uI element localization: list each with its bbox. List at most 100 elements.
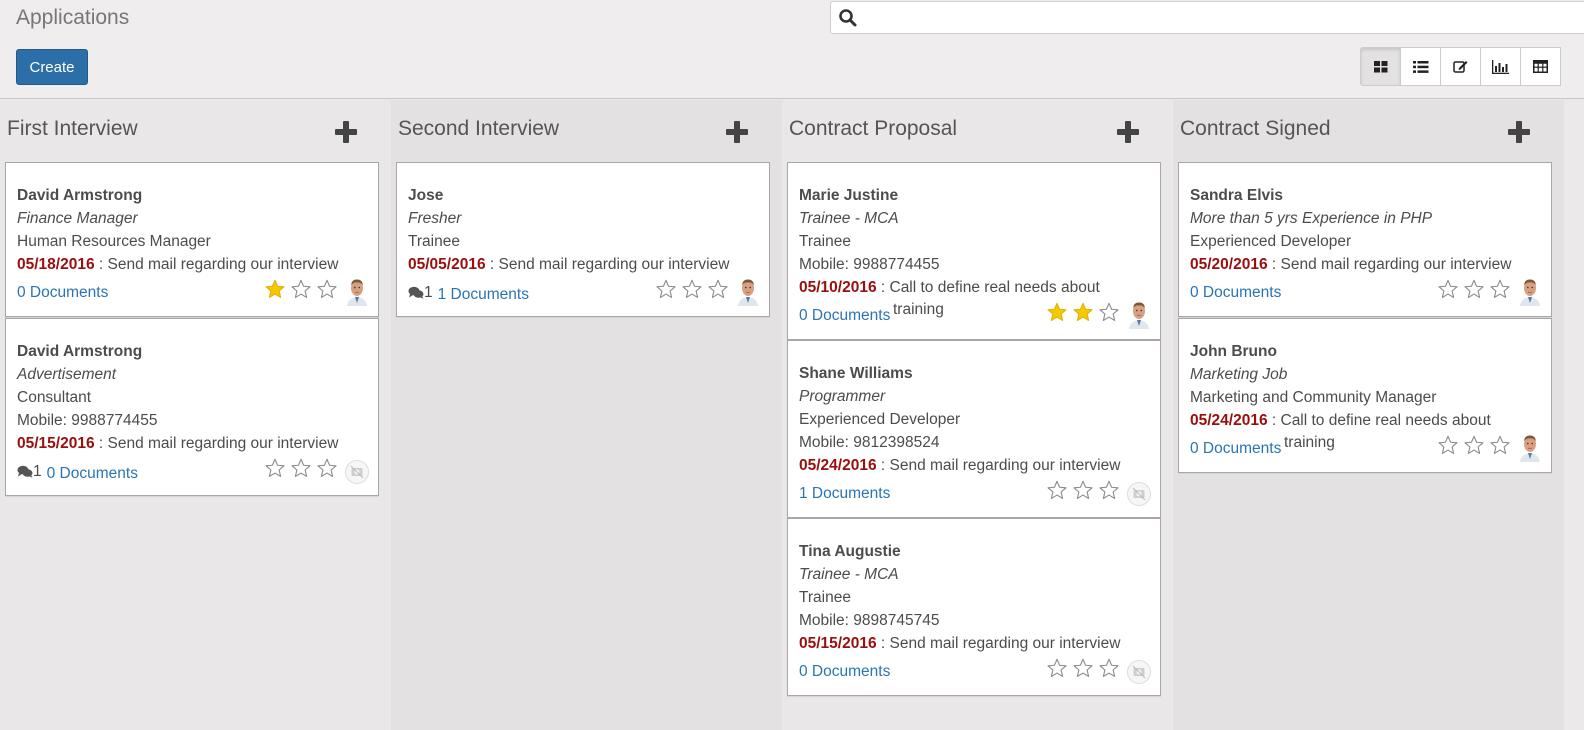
application-subject: Fresher — [408, 210, 462, 227]
card-footer: 1 0 Documents — [17, 457, 369, 485]
edit-icon — [1453, 60, 1468, 73]
application-subject: Trainee - MCA — [799, 210, 899, 227]
quick-create-plus-icon[interactable] — [1507, 120, 1531, 144]
activity-date: 05/24/2016 — [799, 457, 877, 474]
job-position: Experienced Developer — [1190, 233, 1352, 250]
priority-stars[interactable] — [264, 278, 338, 300]
quick-create-plus-icon[interactable] — [334, 120, 358, 144]
documents-link[interactable]: 0 Documents — [1190, 284, 1281, 301]
next-activity: 05/10/2016 : Call to define real needs a… — [799, 276, 1150, 299]
search-input[interactable] — [830, 1, 1584, 34]
star-empty-icon[interactable] — [1489, 434, 1511, 456]
documents-link-wrap: 0 Documents — [1190, 437, 1281, 460]
form-view-button[interactable] — [1440, 47, 1481, 86]
priority-stars[interactable] — [1046, 657, 1120, 679]
activity-date: 05/20/2016 — [1190, 256, 1268, 273]
applicant-card[interactable]: Tina Augustie Trainee - MCA Trainee Mobi… — [787, 518, 1161, 696]
kanban-column: Second Interview Jose Fresher Trainee 05… — [391, 100, 782, 730]
applicant-name: John Bruno — [1190, 343, 1277, 360]
star-empty-icon[interactable] — [707, 278, 729, 300]
star-empty-icon[interactable] — [1098, 657, 1120, 679]
activity-date: 05/24/2016 — [1190, 412, 1268, 429]
star-empty-icon[interactable] — [290, 278, 312, 300]
activity-summary: : Send mail regarding our interview — [485, 256, 730, 273]
documents-link[interactable]: 0 Documents — [17, 284, 108, 301]
column-title: First Interview — [7, 117, 138, 140]
star-empty-icon[interactable] — [1437, 434, 1459, 456]
star-empty-icon[interactable] — [1463, 278, 1485, 300]
next-activity: 05/24/2016 : Send mail regarding our int… — [799, 454, 1150, 477]
avatar — [344, 276, 370, 306]
star-empty-icon[interactable] — [1463, 434, 1485, 456]
star-empty-icon[interactable] — [1072, 479, 1094, 501]
quick-create-plus-icon[interactable] — [1116, 120, 1140, 144]
activity-date: 05/15/2016 — [17, 435, 95, 452]
priority-stars[interactable] — [264, 457, 338, 479]
activity-date: 05/10/2016 — [799, 279, 877, 296]
documents-link-wrap: 1 1 Documents — [408, 281, 529, 306]
star-empty-icon[interactable] — [1046, 657, 1068, 679]
star-empty-icon[interactable] — [1098, 301, 1120, 323]
star-empty-icon[interactable] — [681, 278, 703, 300]
star-empty-icon[interactable] — [1489, 278, 1511, 300]
documents-link[interactable]: 0 Documents — [799, 663, 890, 680]
graph-view-button[interactable] — [1480, 47, 1521, 86]
star-filled-icon[interactable] — [264, 278, 286, 300]
activity-summary: : Send mail regarding our interview — [876, 635, 1121, 652]
applicant-card[interactable]: Sandra Elvis More than 5 yrs Experience … — [1178, 162, 1552, 317]
mobile: Mobile: 9812398524 — [799, 434, 940, 451]
card-footer: 0 Documents training — [1190, 432, 1543, 462]
applicant-card[interactable]: David Armstrong Advertisement Consultant… — [5, 318, 379, 496]
table-icon — [1533, 60, 1548, 73]
star-empty-icon[interactable] — [264, 457, 286, 479]
kanban-view-button[interactable] — [1360, 47, 1401, 86]
activity-summary: : Send mail regarding our interview — [876, 457, 1121, 474]
star-empty-icon[interactable] — [1437, 278, 1459, 300]
star-filled-icon[interactable] — [1046, 301, 1068, 323]
list-icon — [1412, 60, 1428, 73]
applicant-card[interactable]: David Armstrong Finance Manager Human Re… — [5, 162, 379, 317]
kanban-column: First Interview David Armstrong Finance … — [0, 100, 391, 730]
create-button[interactable]: Create — [16, 49, 88, 85]
applicant-card[interactable]: Marie Justine Trainee - MCA Trainee Mobi… — [787, 162, 1161, 340]
list-view-button[interactable] — [1400, 47, 1441, 86]
mobile: Mobile: 9988774455 — [17, 412, 158, 429]
kanban-icon — [1373, 60, 1387, 72]
applicant-card[interactable]: Shane Williams Programmer Experienced De… — [787, 340, 1161, 518]
star-empty-icon[interactable] — [316, 278, 338, 300]
applicant-card[interactable]: John Bruno Marketing Job Marketing and C… — [1178, 318, 1552, 473]
priority-stars[interactable] — [1437, 278, 1511, 300]
documents-link[interactable]: 0 Documents — [1190, 440, 1281, 457]
star-filled-icon[interactable] — [1072, 301, 1094, 323]
comments-icon — [408, 286, 424, 299]
control-panel: Applications Create — [0, 0, 1584, 99]
application-subject: Marketing Job — [1190, 366, 1288, 383]
priority-stars[interactable] — [1046, 479, 1120, 501]
documents-link[interactable]: 1 Documents — [799, 485, 890, 502]
star-empty-icon[interactable] — [1046, 479, 1068, 501]
job-position: Marketing and Community Manager — [1190, 389, 1437, 406]
priority-stars[interactable] — [655, 278, 729, 300]
pivot-view-button[interactable] — [1520, 47, 1561, 86]
documents-link[interactable]: 0 Documents — [47, 465, 138, 482]
avatar-placeholder-icon — [1127, 482, 1151, 506]
application-subject: Trainee - MCA — [799, 566, 899, 583]
star-empty-icon[interactable] — [1098, 479, 1120, 501]
next-activity: 05/15/2016 : Send mail regarding our int… — [799, 632, 1150, 655]
applicant-card[interactable]: Jose Fresher Trainee 05/05/2016 : Send m… — [396, 162, 770, 317]
documents-link[interactable]: 1 Documents — [438, 286, 529, 303]
priority-stars[interactable] — [1046, 301, 1120, 323]
page-title: Applications — [16, 6, 130, 29]
star-empty-icon[interactable] — [316, 457, 338, 479]
star-empty-icon[interactable] — [1072, 657, 1094, 679]
star-empty-icon[interactable] — [290, 457, 312, 479]
activity-date: 05/05/2016 — [408, 256, 486, 273]
job-position: Trainee — [799, 233, 851, 250]
priority-stars[interactable] — [1437, 434, 1511, 456]
activity-overflow: training — [893, 301, 944, 318]
quick-create-plus-icon[interactable] — [725, 120, 749, 144]
star-empty-icon[interactable] — [655, 278, 677, 300]
comment-count: 1 — [408, 281, 433, 304]
card-footer: 0 Documents — [1190, 276, 1543, 306]
documents-link[interactable]: 0 Documents — [799, 307, 890, 324]
